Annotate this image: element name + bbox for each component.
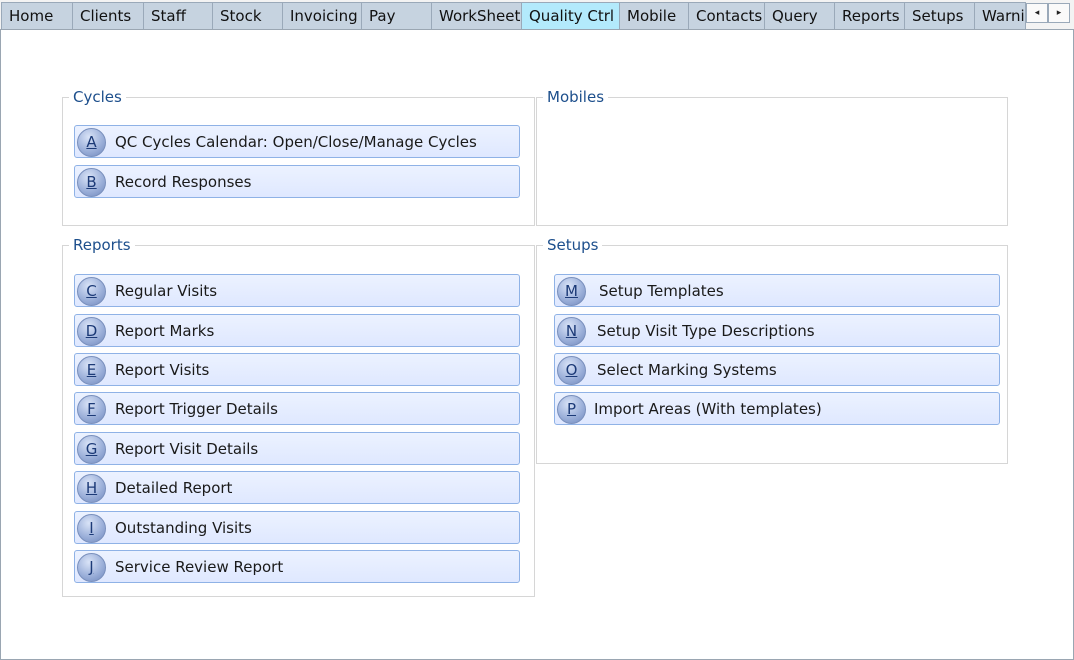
tab-pay[interactable]: Pay [361,2,432,29]
badge-a: A [77,128,106,157]
tab-scroll-right-icon[interactable]: ▸ [1048,3,1070,23]
service-review-report-label: Service Review Report [115,558,284,576]
group-reports: Reports C Regular Visits D Report Marks … [62,235,535,597]
record-responses-label: Record Responses [115,173,252,191]
report-visits-button[interactable]: E Report Visits [74,353,520,386]
badge-b: B [77,168,106,197]
import-areas-label: Import Areas (With templates) [594,400,822,418]
select-marking-systems-button[interactable]: O Select Marking Systems [554,353,1000,386]
group-setups: Setups M Setup Templates N Setup Visit T… [536,235,1008,464]
badge-n: N [557,317,586,346]
badge-c: C [77,277,106,306]
badge-h: H [77,474,106,503]
record-responses-button[interactable]: B Record Responses [74,165,520,198]
tab-home[interactable]: Home [1,2,73,29]
cycles-calendar-button[interactable]: A QC Cycles Calendar: Open/Close/Manage … [74,125,520,158]
tab-invoicing[interactable]: Invoicing [282,2,362,29]
badge-p: P [557,395,586,424]
tab-reports[interactable]: Reports [834,2,905,29]
select-marking-systems-label: Select Marking Systems [597,361,777,379]
badge-f: F [77,395,106,424]
report-visits-label: Report Visits [115,361,210,379]
tab-contacts[interactable]: Contacts [688,2,765,29]
tab-worksheet[interactable]: WorkSheet [431,2,522,29]
tab-staff[interactable]: Staff [143,2,213,29]
badge-d: D [77,317,106,346]
badge-o: O [557,356,586,385]
report-marks-label: Report Marks [115,322,215,340]
report-marks-button[interactable]: D Report Marks [74,314,520,347]
tab-query[interactable]: Query [764,2,835,29]
tab-warnings[interactable]: Warni [974,2,1026,29]
group-setups-title: Setups [543,235,603,255]
report-trigger-details-button[interactable]: F Report Trigger Details [74,392,520,425]
setup-templates-label: Setup Templates [599,282,724,300]
outstanding-visits-label: Outstanding Visits [115,519,252,537]
badge-g: G [77,435,106,464]
tab-setups[interactable]: Setups [904,2,975,29]
group-cycles: Cycles A QC Cycles Calendar: Open/Close/… [62,87,535,226]
tab-scroll-left-icon[interactable]: ◂ [1026,3,1048,23]
group-mobiles-title: Mobiles [543,87,609,107]
group-cycles-title: Cycles [69,87,126,107]
import-areas-button[interactable]: P Import Areas (With templates) [554,392,1000,425]
tab-clients[interactable]: Clients [72,2,144,29]
report-visit-details-button[interactable]: G Report Visit Details [74,432,520,465]
outstanding-visits-button[interactable]: I Outstanding Visits [74,511,520,544]
badge-i: I [77,514,106,543]
setup-templates-button[interactable]: M Setup Templates [554,274,1000,307]
main-tab-bar: Home Clients Staff Stock Invoicing Pay W… [0,0,1074,30]
report-visit-details-label: Report Visit Details [115,440,259,458]
detailed-report-label: Detailed Report [115,479,233,497]
setup-visit-type-descriptions-button[interactable]: N Setup Visit Type Descriptions [554,314,1000,347]
detailed-report-button[interactable]: H Detailed Report [74,471,520,504]
cycles-calendar-label: QC Cycles Calendar: Open/Close/Manage Cy… [115,133,477,151]
badge-j: J [77,553,106,582]
badge-e: E [77,356,106,385]
tab-stock[interactable]: Stock [212,2,283,29]
regular-visits-button[interactable]: C Regular Visits [74,274,520,307]
group-mobiles: Mobiles [536,87,1008,226]
badge-m: M [557,277,586,306]
regular-visits-label: Regular Visits [115,282,218,300]
group-reports-title: Reports [69,235,135,255]
report-trigger-details-label: Report Trigger Details [115,400,278,418]
tab-quality-ctrl[interactable]: Quality Ctrl [521,2,620,29]
setup-visit-type-descriptions-label: Setup Visit Type Descriptions [597,322,815,340]
service-review-report-button[interactable]: J Service Review Report [74,550,520,583]
tab-mobile[interactable]: Mobile [619,2,689,29]
